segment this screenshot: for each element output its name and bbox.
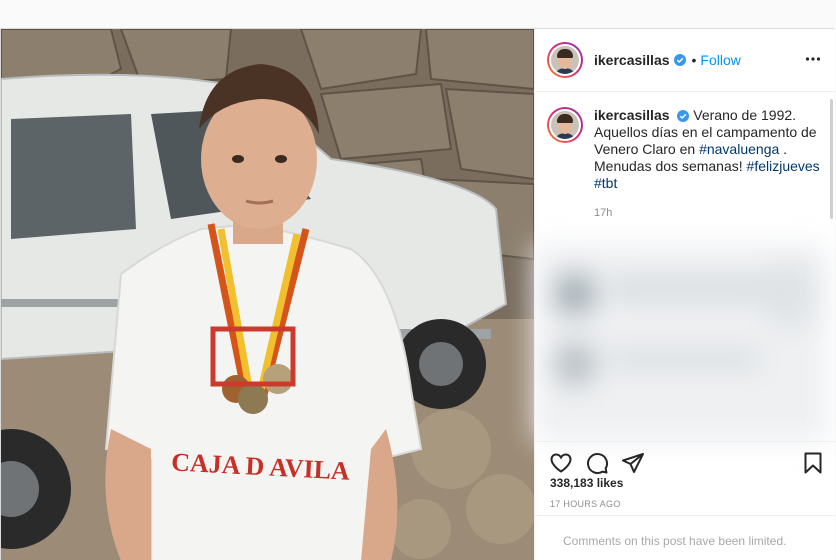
author-username[interactable]: ikercasillas <box>594 52 670 68</box>
comments-limited-notice: Comments on this post have been limited. <box>535 515 835 560</box>
more-options-icon[interactable] <box>805 51 821 67</box>
follow-button[interactable]: Follow <box>700 52 740 68</box>
author-avatar[interactable] <box>547 42 583 78</box>
like-count[interactable]: 338,183 likes <box>550 476 623 490</box>
heart-icon[interactable] <box>549 451 573 475</box>
comment-icon[interactable] <box>585 451 609 475</box>
verified-badge-icon <box>673 54 686 66</box>
post-card: CAJA D AVILA ikercasillas • Follow ikerc… <box>0 28 835 560</box>
hashtag-tbt[interactable]: #tbt <box>594 175 617 191</box>
caption-verified-badge-icon <box>677 110 690 123</box>
caption-body: ikercasillas Verano de 1992. Aquellos dí… <box>594 107 826 222</box>
hashtag-felizjueves[interactable]: #felizjueves <box>747 158 820 174</box>
caption-avatar[interactable] <box>547 107 583 143</box>
send-icon[interactable] <box>621 451 645 475</box>
comments-scrollbar[interactable] <box>830 99 833 219</box>
caption-username[interactable]: ikercasillas <box>594 107 670 123</box>
bookmark-icon[interactable] <box>801 451 825 475</box>
post-time-ago[interactable]: 17 HOURS AGO <box>550 499 621 509</box>
caption-timestamp[interactable]: 17h <box>594 205 826 222</box>
blurred-comments-area <box>535 244 827 442</box>
post-caption: ikercasillas Verano de 1992. Aquellos dí… <box>547 107 827 222</box>
header-separator: • <box>691 52 697 68</box>
post-photo[interactable]: CAJA D AVILA <box>1 29 534 560</box>
post-header: ikercasillas • Follow <box>535 29 835 92</box>
post-image: CAJA D AVILA <box>1 29 534 560</box>
hashtag-navaluenga[interactable]: #navaluenga <box>699 141 779 157</box>
post-details-panel: ikercasillas • Follow ikercasillas Veran… <box>534 29 835 560</box>
